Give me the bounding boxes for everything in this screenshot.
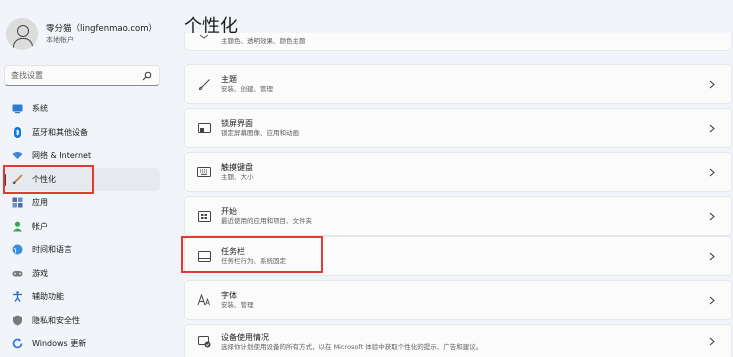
sidebar-item-accounts[interactable]: 帐户 [2,215,160,239]
shield-icon [12,315,23,326]
card-title: 任务栏 [221,247,245,256]
card-desc: 安装、创建、管理 [221,85,273,93]
profile-name: 零分猫（lingfenmao.com） [46,24,158,34]
sidebar-item-gaming[interactable]: 游戏 [2,262,160,286]
profile-text: 零分猫（lingfenmao.com） 本地帐户 [46,23,157,45]
bluetooth-icon [12,126,23,138]
sidebar-item-label: 时间和语言 [32,245,72,255]
monitor-icon [12,103,23,114]
chevron-right-icon [707,295,717,305]
lock-screen-icon [196,120,212,136]
card-title: 触摸键盘 [221,163,253,172]
keyboard-icon [196,164,212,180]
chevron-right-icon [707,123,717,133]
card-desc: 安装、管理 [221,301,254,309]
sidebar-item-privacy[interactable]: 隐私和安全性 [2,309,160,333]
card-title: 开始 [221,207,237,216]
sidebar-item-system[interactable]: 系统 [2,97,160,121]
user-icon [12,221,23,232]
card-text: 主题色、透明效果、颜色主题 [221,37,731,46]
card-title: 锁屏界面 [221,119,253,128]
chevron-right-icon [707,337,717,347]
card-desc: 任务栏行为、系统固定 [221,257,286,265]
chevron-right-icon [707,251,717,261]
sidebar: 零分猫（lingfenmao.com） 本地帐户 查找设置 系统 蓝牙和其他设备… [0,0,168,357]
card-title: 字体 [221,291,237,300]
sidebar-item-label: 网络 & Internet [32,151,92,161]
sidebar-item-label: 个性化 [32,174,56,184]
card-text: 开始 最近使用的应用和项目、文件夹 [221,206,707,226]
chevron-right-icon [707,167,717,177]
sidebar-item-label: 蓝牙和其他设备 [32,127,88,137]
palette-icon [196,29,212,45]
sidebar-item-bluetooth[interactable]: 蓝牙和其他设备 [2,121,160,145]
avatar [6,18,38,50]
sidebar-item-label: 帐户 [32,221,48,231]
sidebar-item-label: 系统 [32,104,48,114]
selection-indicator [4,173,6,186]
globe-icon [12,244,23,255]
sidebar-nav: 系统 蓝牙和其他设备 网络 & Internet 个性化 应用 帐户 时间和语言… [0,97,168,356]
sidebar-item-apps[interactable]: 应用 [2,191,160,215]
card-colors[interactable]: 主题色、透明效果、颜色主题 [184,33,732,51]
apps-icon [12,197,23,208]
user-profile[interactable]: 零分猫（lingfenmao.com） 本地帐户 [6,18,157,50]
profile-account-type: 本地帐户 [46,36,74,44]
accessibility-icon [12,291,23,303]
card-text: 触摸键盘 主题、大小 [221,162,707,182]
card-title: 主题 [221,75,237,84]
card-text: 主题 安装、创建、管理 [221,74,707,94]
card-taskbar[interactable]: 任务栏 任务栏行为、系统固定 [184,236,732,276]
sidebar-item-label: 应用 [32,198,48,208]
sidebar-item-personalization[interactable]: 个性化 [2,167,160,191]
device-usage-icon [196,334,212,350]
search-input[interactable]: 查找设置 [4,65,160,86]
brush-icon [12,174,23,185]
card-desc: 最近使用的应用和项目、文件夹 [221,217,312,225]
card-desc: 选择你计划使用设备的所有方式，以在 Microsoft 体验中获取个性化的提示、… [221,342,483,351]
sidebar-item-time-language[interactable]: 时间和语言 [2,238,160,262]
card-device-usage[interactable]: 设备使用情况 选择你计划使用设备的所有方式，以在 Microsoft 体验中获取… [184,324,732,357]
font-icon [196,292,212,308]
brush-icon [196,76,212,92]
card-desc: 主题色、透明效果、颜色主题 [221,37,306,45]
taskbar-icon [196,248,212,264]
card-themes[interactable]: 主题 安装、创建、管理 [184,64,732,104]
sidebar-item-label: 辅助功能 [32,292,64,302]
search-placeholder: 查找设置 [11,71,43,80]
card-lock-screen[interactable]: 锁屏界面 锁定屏幕图像、应用和动画 [184,108,732,148]
card-desc: 锁定屏幕图像、应用和动画 [221,129,299,137]
sidebar-item-network[interactable]: 网络 & Internet [2,144,160,168]
sidebar-item-windows-update[interactable]: Windows 更新 [2,332,160,356]
card-start[interactable]: 开始 最近使用的应用和项目、文件夹 [184,196,732,236]
card-desc: 主题、大小 [221,173,254,181]
wifi-icon [12,150,23,161]
chevron-right-icon [707,211,717,221]
card-text: 设备使用情况 选择你计划使用设备的所有方式，以在 Microsoft 体验中获取… [221,332,707,352]
chevron-right-icon [707,79,717,89]
gamepad-icon [12,268,23,279]
card-fonts[interactable]: 字体 安装、管理 [184,280,732,320]
search-icon[interactable] [141,70,153,82]
card-touch-keyboard[interactable]: 触摸键盘 主题、大小 [184,152,732,192]
sidebar-item-label: Windows 更新 [32,339,87,349]
update-icon [12,338,23,349]
sidebar-item-label: 游戏 [32,268,48,278]
start-icon [196,208,212,224]
card-text: 锁屏界面 锁定屏幕图像、应用和动画 [221,118,707,138]
card-title: 设备使用情况 [221,332,269,342]
sidebar-item-label: 隐私和安全性 [32,315,80,325]
card-text: 任务栏 任务栏行为、系统固定 [221,246,707,266]
card-text: 字体 安装、管理 [221,290,707,310]
sidebar-item-accessibility[interactable]: 辅助功能 [2,285,160,309]
